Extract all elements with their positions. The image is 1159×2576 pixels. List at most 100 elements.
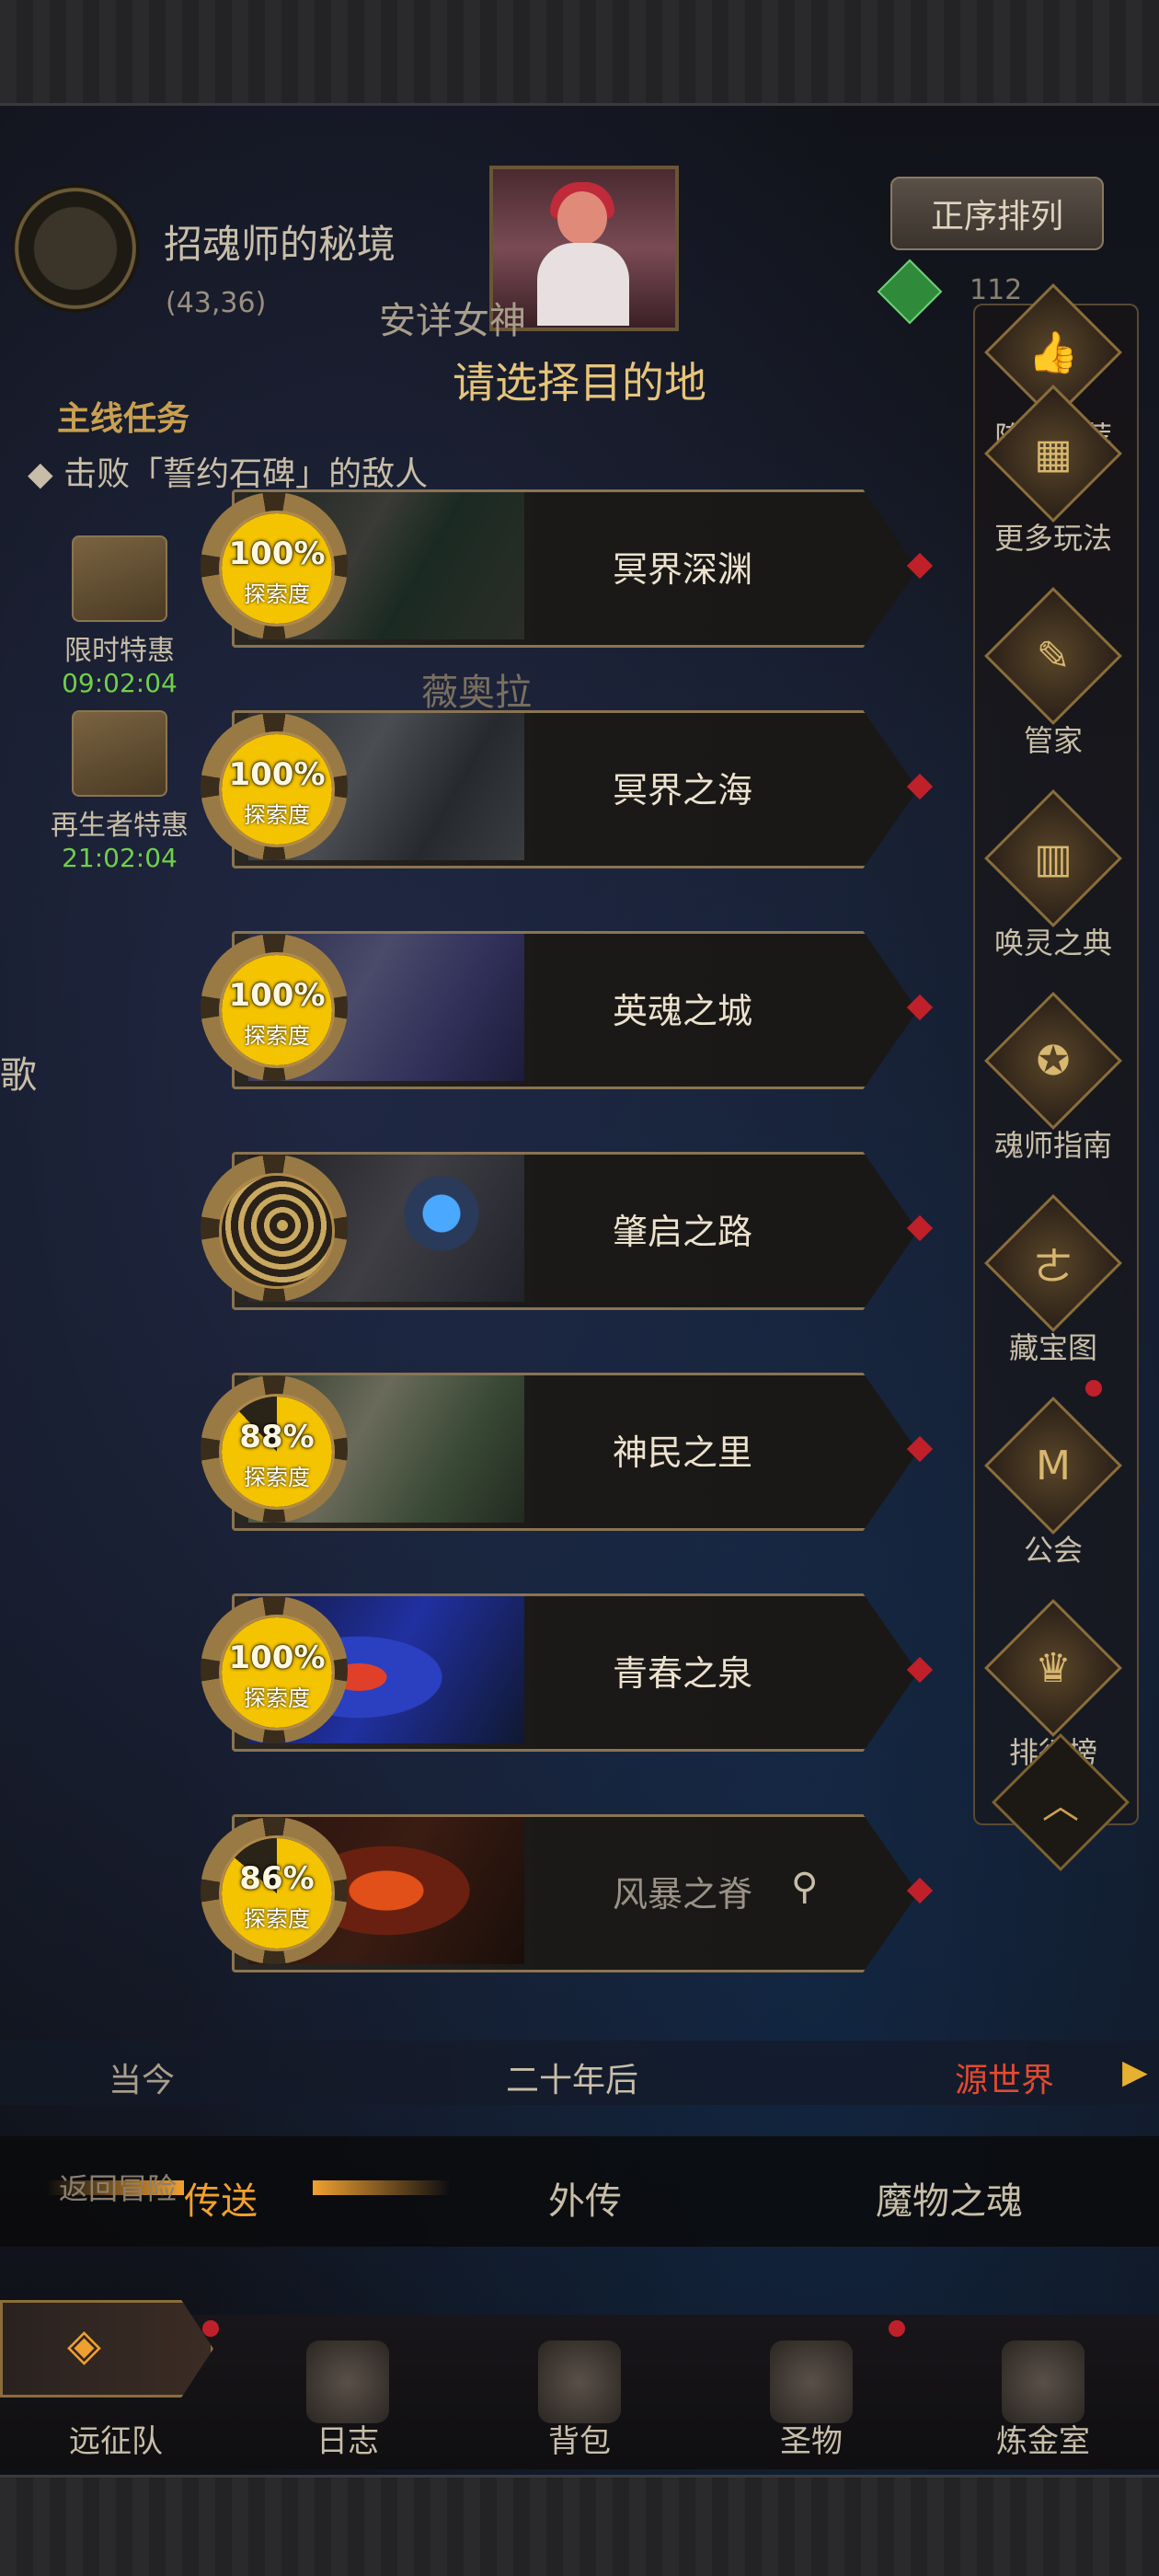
map-medal-icon[interactable] xyxy=(11,184,140,313)
guild-notify-dot xyxy=(1085,1380,1102,1397)
menu-treasure-map[interactable]: ㄜ 藏宝图 xyxy=(966,1194,1141,1367)
offer-timer: 21:02:04 xyxy=(62,843,178,873)
destination-name: 英魂之城 xyxy=(612,991,752,1031)
destination-name: 青春之泉 xyxy=(612,1653,752,1694)
nav-relic[interactable]: 圣物 xyxy=(729,2340,894,2461)
menu-guide[interactable]: ✪ 魂师指南 xyxy=(966,992,1141,1165)
menu-butler[interactable]: ✎ 管家 xyxy=(966,587,1141,760)
era-switch: 当今 二十年后 源世界 ▶ xyxy=(0,2041,1159,2105)
npc-name: 安详女神 xyxy=(379,300,526,342)
offer-timer: 09:02:04 xyxy=(62,668,178,698)
progress-percent: 100% xyxy=(228,535,326,572)
offer-label: 限时特惠 xyxy=(64,635,175,667)
top-frame xyxy=(0,0,1159,106)
guild-icon: M xyxy=(984,1397,1122,1535)
chevron-up-icon: ︿ xyxy=(1042,1785,1079,1827)
nav-label: 背包 xyxy=(548,2423,611,2460)
destination-name: 肇启之路 xyxy=(612,1212,752,1252)
nav-label: 圣物 xyxy=(780,2423,843,2460)
destination-row[interactable]: 100% 探索度 冥界深渊 xyxy=(201,489,960,648)
location-coords: (43,36) xyxy=(166,287,267,319)
progress-medal: 86% 探索度 xyxy=(201,1817,348,1964)
progress-percent: 86% xyxy=(239,1860,315,1897)
backpack-icon xyxy=(538,2340,621,2423)
bottom-frame xyxy=(0,2475,1159,2576)
location-pin-icon: ⚲ xyxy=(791,1866,819,1908)
sort-button[interactable]: 正序排列 xyxy=(890,177,1104,250)
progress-medal: 100% 探索度 xyxy=(201,492,348,639)
reborn-offer[interactable]: 再生者特惠 21:02:04 xyxy=(28,710,212,873)
progress-percent: 100% xyxy=(228,756,326,793)
menu-guild[interactable]: M 公会 xyxy=(966,1397,1141,1570)
progress-medal: 100% 探索度 xyxy=(201,934,348,1081)
progress-percent: 100% xyxy=(228,977,326,1014)
destination-name: 神民之里 xyxy=(612,1432,752,1473)
era-origin[interactable]: 源世界 xyxy=(955,2053,1054,2101)
journal-icon xyxy=(306,2340,389,2423)
trophy-icon: ♛ xyxy=(984,1599,1122,1737)
next-arrow-icon[interactable]: ▶ xyxy=(1122,2053,1148,2091)
progress-label: 探索度 xyxy=(244,1685,310,1711)
offer-label: 再生者特惠 xyxy=(51,810,189,842)
tab-wing-right xyxy=(313,2180,451,2195)
progress-medal: 100% 探索度 xyxy=(201,1596,348,1743)
nav-expedition[interactable]: 远征队 xyxy=(33,2340,199,2461)
progress-percent: 100% xyxy=(228,1639,326,1676)
nav-label: 日志 xyxy=(316,2423,379,2460)
limited-offer[interactable]: 限时特惠 09:02:04 xyxy=(46,535,193,698)
gift-box-icon xyxy=(72,710,167,797)
scroll-icon: ✎ xyxy=(984,587,1122,725)
menu-more-modes[interactable]: ▦ 更多玩法 xyxy=(966,385,1141,558)
game-screen: 招魂师的秘境 (43,36) 安详女神 正序排列 112 请选择目的地 主线任务… xyxy=(0,0,1159,2576)
gift-box-icon xyxy=(72,535,167,622)
gem-count: 112 xyxy=(970,274,1023,306)
menu-summon-book[interactable]: ▥ 唤灵之典 xyxy=(966,789,1141,962)
progress-label: 探索度 xyxy=(244,1023,310,1049)
nav-label: 炼金室 xyxy=(996,2423,1090,2460)
progress-label: 探索度 xyxy=(244,1906,310,1932)
song-fragment: 歌 xyxy=(0,1054,37,1097)
tab-side-story[interactable]: 外传 xyxy=(548,2171,622,2225)
swirl-icon xyxy=(222,1176,332,1286)
progress-label: 探索度 xyxy=(244,1465,310,1490)
locked-medal xyxy=(201,1155,348,1302)
destination-name: 冥界深渊 xyxy=(612,549,752,590)
progress-medal: 88% 探索度 xyxy=(201,1375,348,1523)
nav-backpack[interactable]: 背包 xyxy=(497,2340,662,2461)
era-now[interactable]: 当今 xyxy=(109,2053,175,2101)
relic-notify-dot xyxy=(889,2320,905,2337)
alchemy-icon xyxy=(1002,2340,1084,2423)
guide-icon: ✪ xyxy=(984,992,1122,1130)
destination-row[interactable]: 肇启之路 xyxy=(201,1152,960,1310)
destination-row[interactable]: 88% 探索度 神民之里 xyxy=(201,1373,960,1531)
nav-journal[interactable]: 日志 xyxy=(265,2340,430,2461)
destination-row[interactable]: 100% 探索度 英魂之城 xyxy=(201,931,960,1089)
location-title: 招魂师的秘境 xyxy=(164,222,396,267)
destination-name: 冥界之海 xyxy=(612,770,752,811)
nav-alchemy[interactable]: 炼金室 xyxy=(960,2340,1126,2461)
nav-notify-dot xyxy=(202,2320,219,2337)
quest-header[interactable]: 主线任务 xyxy=(57,392,189,440)
portrait-head xyxy=(557,191,607,245)
destination-name: 风暴之脊 xyxy=(612,1874,752,1915)
book-icon: ▥ xyxy=(984,789,1122,927)
gift-icon: ▦ xyxy=(984,385,1122,523)
treasure-map-icon: ㄜ xyxy=(984,1194,1122,1332)
destination-row[interactable]: 86% 探索度 风暴之脊 ⚲ xyxy=(201,1814,960,1972)
destination-row[interactable]: 100% 探索度 冥界之海 xyxy=(201,710,960,868)
quest-text[interactable]: ◆ 击败「誓约石碑」的敌人 xyxy=(28,447,428,495)
return-adventure-label: 返回冒险 xyxy=(59,2171,178,2206)
npc-below-name: 薇奥拉 xyxy=(421,672,532,714)
destination-row[interactable]: 100% 探索度 青春之泉 xyxy=(201,1593,960,1752)
progress-percent: 88% xyxy=(239,1419,315,1455)
tab-monster-soul[interactable]: 魔物之魂 xyxy=(876,2171,1023,2225)
progress-label: 探索度 xyxy=(244,581,310,607)
portrait-body xyxy=(537,243,629,326)
quest-text-label: 击败「誓约石碑」的敌人 xyxy=(63,455,429,493)
tab-teleport[interactable]: 传送 xyxy=(184,2171,258,2225)
progress-medal: 100% 探索度 xyxy=(201,713,348,860)
gem-icon xyxy=(877,259,943,325)
relic-icon xyxy=(770,2340,853,2423)
progress-label: 探索度 xyxy=(244,802,310,828)
era-later[interactable]: 二十年后 xyxy=(506,2053,638,2101)
